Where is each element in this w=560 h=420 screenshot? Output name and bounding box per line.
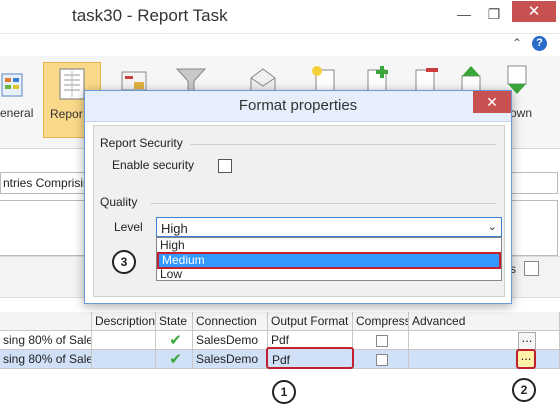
help-icon[interactable]: ?	[532, 36, 547, 51]
grid-row1-connection[interactable]: SalesDemo	[193, 331, 268, 350]
grid-row1-compress[interactable]	[353, 331, 409, 350]
level-option-low[interactable]: Low	[157, 267, 501, 282]
grid-row2-description[interactable]	[92, 350, 156, 369]
grid-header-connection[interactable]: Connection	[193, 312, 268, 331]
background-list-left	[0, 200, 91, 256]
grid-row2-compress[interactable]	[353, 350, 409, 369]
dialog-close-button[interactable]: ✕	[473, 91, 511, 113]
grid-row2-name[interactable]: sing 80% of Sales	[0, 350, 92, 369]
grid-row1-state-check-icon: ✔	[156, 331, 193, 350]
report-icon	[59, 68, 85, 100]
general-icon	[1, 73, 23, 97]
quality-divider	[150, 203, 496, 204]
grid-row2-connection[interactable]: SalesDemo	[193, 350, 268, 369]
grid-header-compress[interactable]: Compress	[353, 312, 409, 331]
minimize-button[interactable]: —	[452, 4, 476, 24]
report-security-divider	[190, 144, 496, 145]
enable-security-checkbox[interactable]	[218, 159, 232, 173]
background-right-field[interactable]	[510, 172, 558, 194]
restore-button[interactable]: ❐	[482, 4, 506, 24]
grid-row2-advanced-button[interactable]: ...	[516, 349, 536, 369]
window-title: task30 - Report Task	[72, 6, 228, 25]
dialog-titlebar: Format properties ✕	[85, 91, 511, 122]
level-select-value: High	[161, 221, 188, 236]
ribbon-down-label: own	[510, 106, 533, 120]
grid-header-state[interactable]: State	[156, 312, 193, 331]
dialog-title: Format properties	[238, 97, 358, 114]
level-option-high[interactable]: High	[157, 238, 501, 253]
close-window-button[interactable]: ✕	[512, 1, 556, 22]
report-security-label: Report Security	[100, 136, 183, 150]
callout-3: 3	[112, 250, 136, 274]
grid-row2-output-format[interactable]: Pdf	[266, 347, 354, 369]
grid-header-output-format[interactable]: Output Format	[268, 312, 353, 331]
quality-label: Quality	[100, 195, 138, 209]
level-options-list: High Medium Low	[156, 237, 502, 281]
grid-row1-name[interactable]: sing 80% of Sales	[0, 331, 92, 350]
grid-header-name	[0, 312, 92, 331]
grid-header-description[interactable]: Description	[92, 312, 156, 331]
grid-row1-advanced	[409, 331, 560, 350]
grid-row2-state-check-icon: ✔	[156, 350, 193, 369]
callout-2: 2	[512, 378, 536, 402]
ribbon-general-label: eneral	[0, 106, 34, 120]
grid-row1-compress-checkbox[interactable]	[376, 335, 388, 347]
grid-row2-advanced	[409, 350, 560, 369]
ribbon-general-button[interactable]: eneral	[0, 64, 40, 134]
collapse-ribbon-icon[interactable]: ⌃	[512, 36, 522, 50]
grid-row1-description[interactable]	[92, 331, 156, 350]
chevron-down-icon[interactable]: ⌄	[488, 220, 497, 233]
background-option-checkbox[interactable]	[524, 261, 539, 276]
grid-row2-compress-checkbox[interactable]	[376, 354, 388, 366]
dialog-body: Report Security Enable security Quality …	[93, 125, 505, 297]
grid-header-advanced[interactable]: Advanced	[409, 312, 560, 331]
level-label: Level	[114, 220, 143, 234]
format-properties-dialog: Format properties ✕ Report Security Enab…	[84, 90, 512, 304]
ribbon-report-label: Repor	[50, 107, 83, 121]
level-select[interactable]: High ⌄	[156, 217, 502, 237]
callout-1: 1	[272, 380, 296, 404]
background-list-right	[510, 200, 558, 256]
enable-security-label: Enable security	[112, 158, 195, 172]
